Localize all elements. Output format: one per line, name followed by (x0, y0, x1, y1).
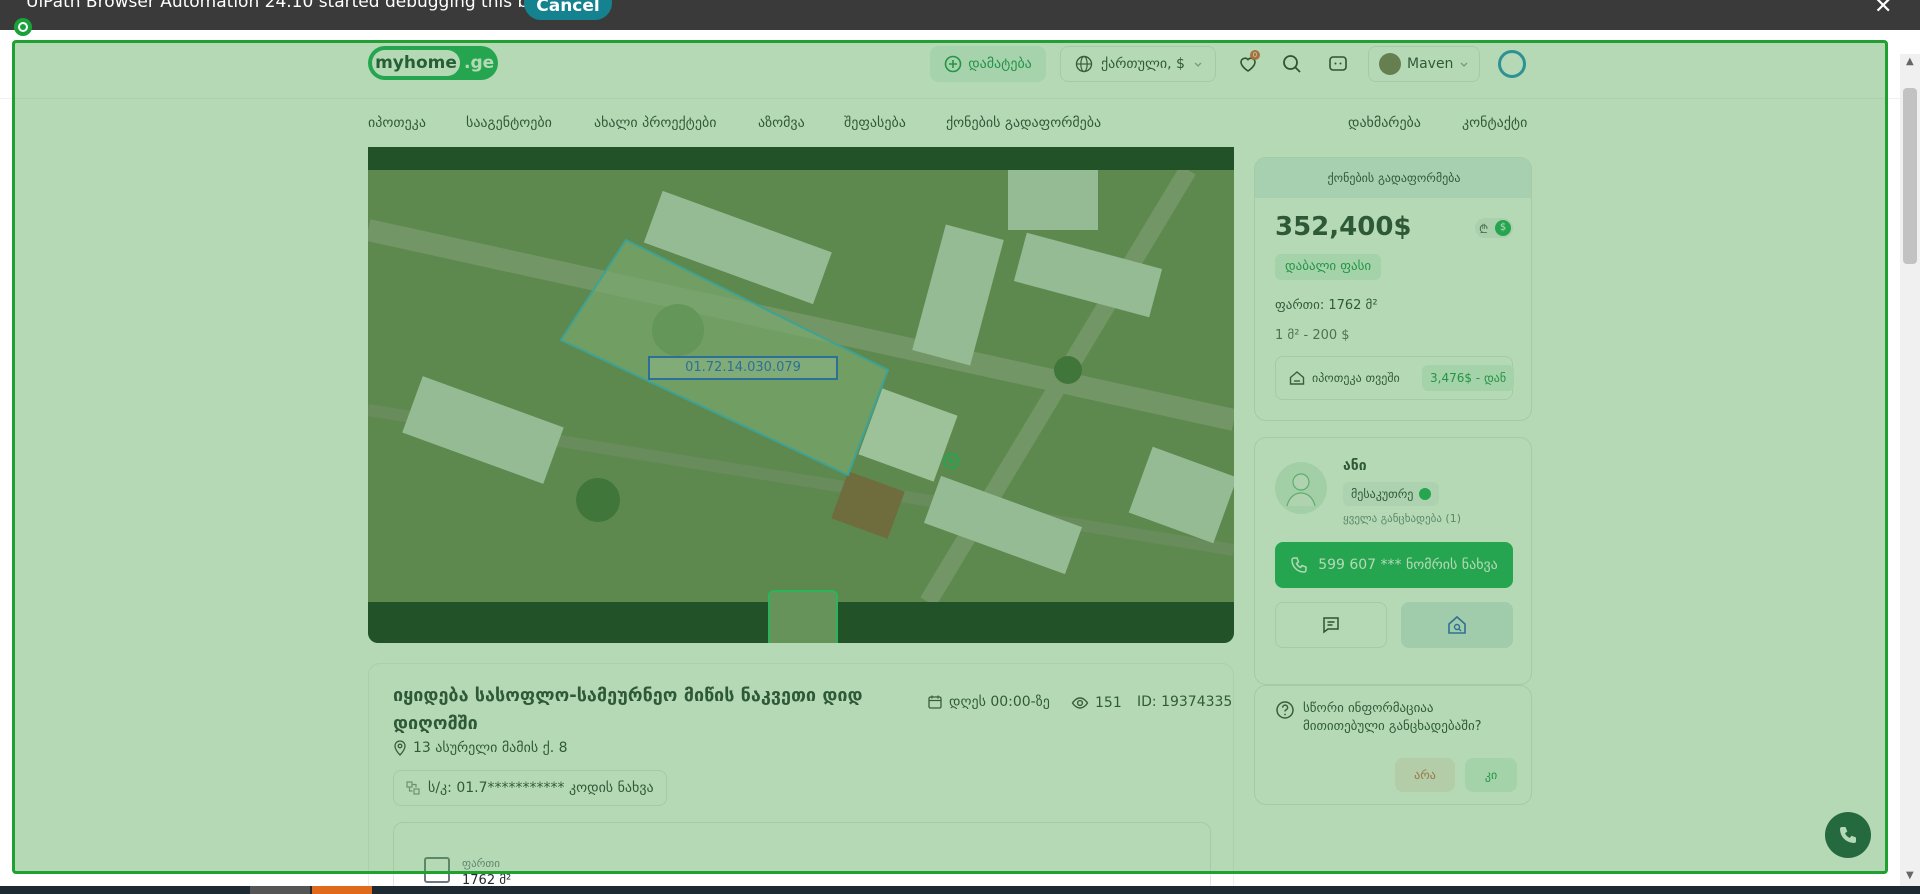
scroll-down-arrow-icon[interactable]: ▼ (1906, 870, 1914, 881)
taskbar (0, 886, 1920, 894)
cancel-button[interactable]: Cancel (524, 0, 612, 20)
taskbar-app-item[interactable] (250, 886, 310, 894)
taskbar-app-item[interactable] (312, 886, 372, 894)
scroll-up-arrow-icon[interactable]: ▲ (1906, 56, 1914, 67)
uipath-indicator-ring (18, 22, 28, 32)
automation-highlight-overlay (12, 40, 1888, 874)
debug-message: UiPath Browser Automation 24.10 started … (26, 0, 586, 12)
uipath-indicator-icon (14, 18, 32, 36)
close-icon[interactable]: ✕ (1874, 0, 1892, 19)
area-value: 1762 მ² (462, 873, 512, 886)
debug-bar: UiPath Browser Automation 24.10 started … (0, 0, 1920, 30)
page-scrollbar[interactable]: ▲ ▼ (1900, 54, 1920, 886)
scroll-thumb[interactable] (1903, 88, 1917, 264)
